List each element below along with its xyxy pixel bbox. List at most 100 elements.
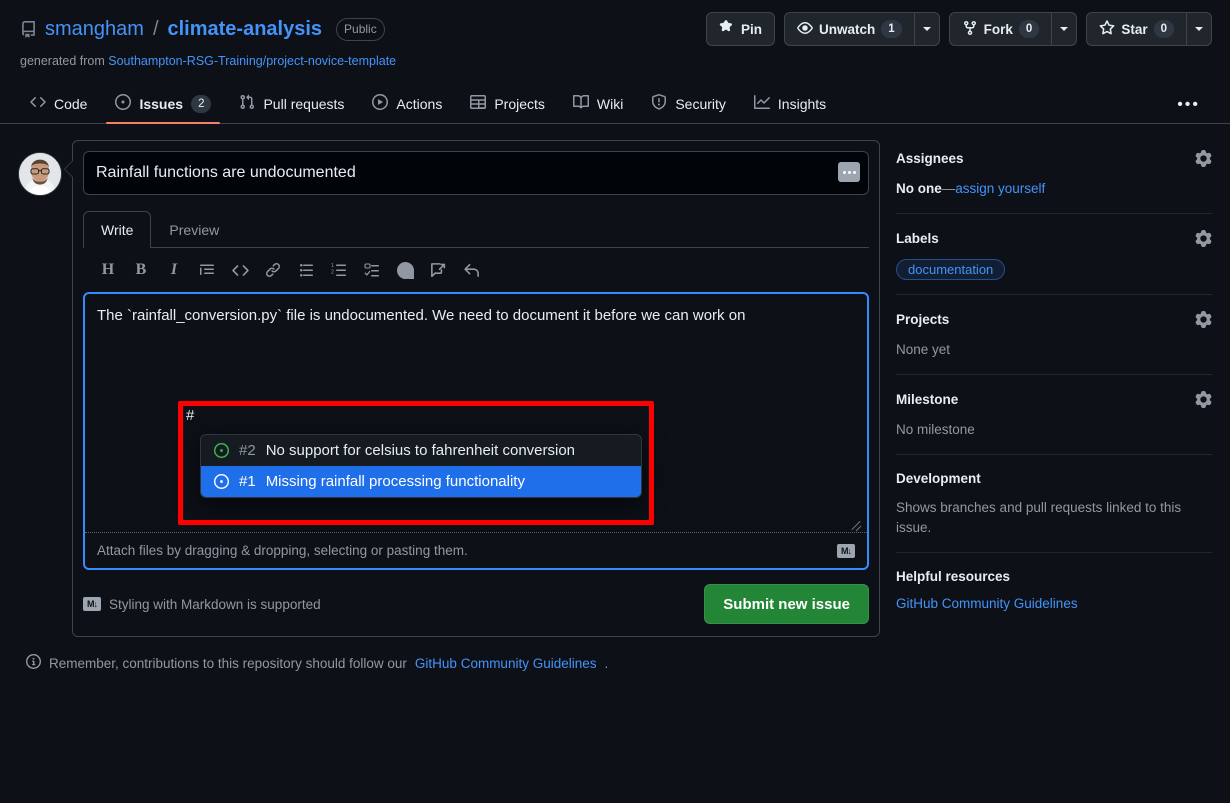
development-header: Development bbox=[896, 471, 1212, 486]
markdown-support-note[interactable]: M↓ Styling with Markdown is supported bbox=[83, 597, 321, 612]
repo-name-link[interactable]: climate-analysis bbox=[168, 18, 323, 41]
suggestion-title: Missing rainfall processing functionalit… bbox=[266, 473, 525, 490]
label-chip-documentation[interactable]: documentation bbox=[896, 259, 1005, 280]
quote-icon[interactable] bbox=[192, 256, 222, 284]
write-preview-tabs: Write Preview bbox=[83, 211, 869, 248]
nav-overflow-button[interactable]: ••• bbox=[1163, 88, 1214, 122]
tab-pull-requests[interactable]: Pull requests bbox=[230, 86, 353, 123]
unordered-list-icon[interactable] bbox=[291, 256, 321, 284]
code-icon[interactable] bbox=[225, 256, 255, 284]
ordered-list-icon[interactable]: 12 bbox=[324, 256, 354, 284]
tab-preview[interactable]: Preview bbox=[151, 211, 237, 248]
pin-button[interactable]: Pin bbox=[706, 12, 775, 46]
unwatch-count: 1 bbox=[881, 20, 901, 38]
suggestion-number: #1 bbox=[239, 473, 256, 490]
tab-security-label: Security bbox=[675, 96, 726, 112]
unwatch-dropdown-button[interactable] bbox=[914, 12, 940, 46]
fork-dropdown-button[interactable] bbox=[1051, 12, 1077, 46]
repo-icon bbox=[20, 21, 37, 38]
submit-new-issue-button[interactable]: Submit new issue bbox=[704, 584, 869, 624]
avatar[interactable] bbox=[18, 152, 62, 196]
chevron-down-icon bbox=[923, 27, 931, 31]
table-icon bbox=[470, 94, 486, 113]
composer-row: Write Preview H B I bbox=[18, 140, 880, 637]
fork-button-group: Fork 0 bbox=[949, 12, 1078, 46]
gear-icon[interactable] bbox=[1195, 230, 1212, 247]
issue-title-input[interactable] bbox=[83, 151, 869, 195]
assignees-dash: — bbox=[942, 181, 956, 196]
tab-issues[interactable]: Issues 2 bbox=[106, 86, 220, 123]
gear-icon[interactable] bbox=[1195, 311, 1212, 328]
gear-icon[interactable] bbox=[1195, 150, 1212, 167]
tab-actions[interactable]: Actions bbox=[363, 86, 451, 123]
markdown-support-label: Styling with Markdown is supported bbox=[109, 597, 321, 612]
star-dropdown-button[interactable] bbox=[1186, 12, 1212, 46]
labels-title[interactable]: Labels bbox=[896, 231, 939, 246]
unwatch-label: Unwatch bbox=[819, 22, 875, 37]
assignees-title[interactable]: Assignees bbox=[896, 151, 964, 166]
tab-insights[interactable]: Insights bbox=[745, 86, 835, 123]
play-icon bbox=[372, 94, 388, 113]
italic-icon[interactable]: I bbox=[159, 256, 189, 284]
tab-write[interactable]: Write bbox=[83, 211, 151, 248]
chevron-down-icon bbox=[1060, 27, 1068, 31]
markdown-icon: M↓ bbox=[83, 597, 101, 611]
attach-hint-label: Attach files by dragging & dropping, sel… bbox=[97, 543, 468, 558]
assignees-none: No one bbox=[896, 181, 942, 196]
star-count: 0 bbox=[1154, 20, 1174, 38]
issue-body-text: The `rainfall_conversion.py` file is und… bbox=[97, 302, 855, 330]
sidebar-section-labels: Labels documentation bbox=[896, 228, 1212, 295]
tab-wiki[interactable]: Wiki bbox=[564, 86, 632, 123]
composer-footer: M↓ Styling with Markdown is supported Su… bbox=[83, 584, 869, 624]
tab-projects[interactable]: Projects bbox=[461, 86, 554, 123]
fork-button[interactable]: Fork 0 bbox=[949, 12, 1052, 46]
link-icon[interactable] bbox=[258, 256, 288, 284]
development-value: Shows branches and pull requests linked … bbox=[896, 498, 1212, 538]
bold-icon[interactable]: B bbox=[126, 256, 156, 284]
sidebar-section-projects: Projects None yet bbox=[896, 309, 1212, 375]
suggestion-item-2[interactable]: #2 No support for celsius to fahrenheit … bbox=[201, 435, 641, 466]
task-list-icon[interactable] bbox=[357, 256, 387, 284]
gear-icon[interactable] bbox=[1195, 391, 1212, 408]
tab-security[interactable]: Security bbox=[642, 86, 735, 123]
git-pull-request-icon bbox=[239, 94, 255, 113]
eye-icon bbox=[797, 20, 813, 39]
remember-guidelines-link[interactable]: GitHub Community Guidelines bbox=[415, 656, 597, 671]
repo-separator: / bbox=[153, 18, 159, 41]
mention-icon[interactable] bbox=[390, 256, 420, 284]
star-button-group: Star 0 bbox=[1086, 12, 1212, 46]
unwatch-button[interactable]: Unwatch 1 bbox=[784, 12, 914, 46]
development-title[interactable]: Development bbox=[896, 471, 981, 486]
title-overflow-icon[interactable] bbox=[838, 162, 860, 182]
issue-opened-icon bbox=[115, 94, 131, 113]
milestone-title[interactable]: Milestone bbox=[896, 392, 958, 407]
issue-title-wrap bbox=[83, 151, 869, 195]
generated-from-prefix: generated from bbox=[20, 54, 105, 68]
milestone-value: No milestone bbox=[896, 420, 1212, 440]
textarea-resize-handle[interactable] bbox=[850, 517, 862, 529]
reference-icon[interactable] bbox=[423, 256, 453, 284]
repo-nav: Code Issues 2 Pull requests Actions Pr bbox=[0, 86, 1230, 124]
reply-icon[interactable] bbox=[456, 256, 486, 284]
star-button[interactable]: Star 0 bbox=[1086, 12, 1186, 46]
suggestion-item-1[interactable]: #1 Missing rainfall processing functiona… bbox=[201, 466, 641, 497]
projects-title[interactable]: Projects bbox=[896, 312, 949, 327]
assign-yourself-link[interactable]: assign yourself bbox=[955, 181, 1045, 196]
repo-owner-link[interactable]: smangham bbox=[45, 18, 144, 41]
template-repo-link[interactable]: Southampton-RSG-Training/project-novice-… bbox=[108, 54, 396, 68]
helpful-guidelines-link[interactable]: GitHub Community Guidelines bbox=[896, 596, 1212, 611]
info-icon bbox=[26, 654, 41, 672]
attach-files-bar[interactable]: Attach files by dragging & dropping, sel… bbox=[85, 533, 867, 568]
star-icon bbox=[1099, 20, 1115, 39]
helpful-resources-header: Helpful resources bbox=[896, 569, 1212, 584]
chevron-down-icon bbox=[1195, 27, 1203, 31]
heading-icon[interactable]: H bbox=[93, 256, 123, 284]
svg-text:2: 2 bbox=[331, 270, 334, 276]
assignees-value: No one—assign yourself bbox=[896, 179, 1212, 199]
projects-header: Projects bbox=[896, 311, 1212, 328]
tab-issues-label: Issues bbox=[139, 96, 183, 112]
tab-code[interactable]: Code bbox=[21, 86, 96, 123]
tab-wiki-label: Wiki bbox=[597, 96, 623, 112]
markdown-icon: M↓ bbox=[837, 544, 855, 558]
issue-opened-icon bbox=[213, 474, 229, 490]
